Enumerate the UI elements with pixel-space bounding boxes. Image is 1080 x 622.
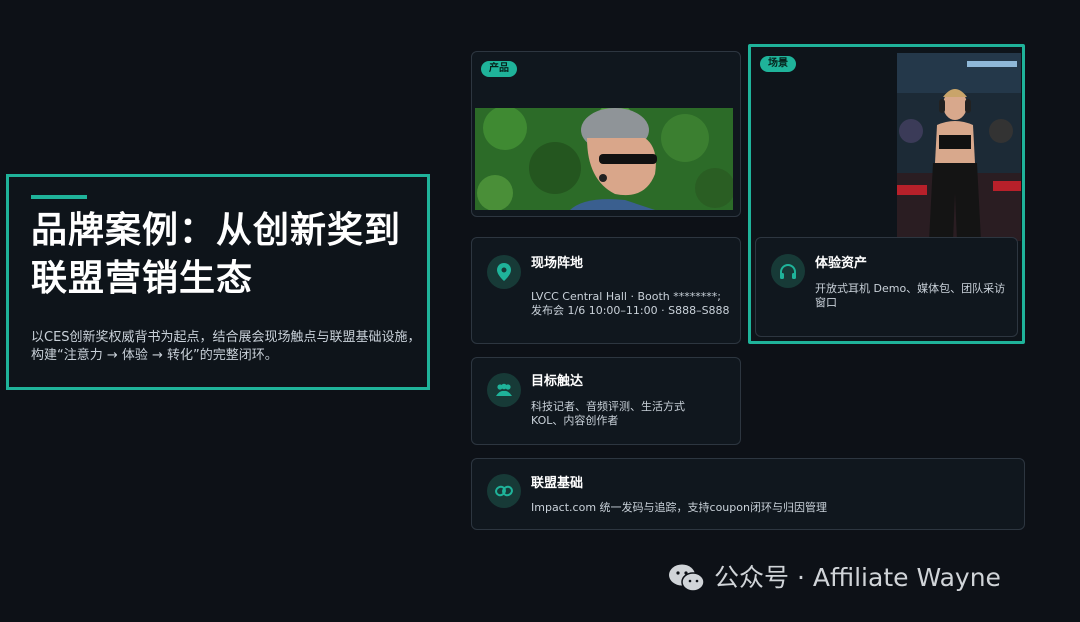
audience-title: 目标触达 (531, 374, 584, 389)
product-photo (475, 108, 733, 210)
experience-line-1: 开放式耳机 Demo、媒体包、团队采访 (815, 282, 1006, 295)
users-icon (487, 373, 521, 407)
venue-card: 现场阵地 LVCC Central Hall · Booth ********;… (471, 237, 741, 344)
venue-line-1: LVCC Central Hall · Booth ********; (531, 290, 721, 303)
accent-bar (31, 195, 87, 199)
page-subtitle: 以CES创新奖权威背书为起点，结合展会现场触点与联盟基础设施，构建“注意力 → … (31, 330, 421, 363)
watermark-text: 公众号 · Affiliate Wayne (714, 563, 1001, 592)
experience-card: 体验资产 开放式耳机 Demo、媒体包、团队采访 窗口 (755, 237, 1018, 337)
watermark: 公众号 · Affiliate Wayne (668, 562, 1001, 594)
link-icon (487, 474, 521, 508)
hero-panel: 品牌案例：从创新奖到联盟营销生态 以CES创新奖权威背书为起点，结合展会现场触点… (6, 174, 430, 390)
experience-title: 体验资产 (815, 256, 868, 271)
affiliate-title: 联盟基础 (531, 476, 584, 491)
product-tag: 产品 (481, 61, 517, 77)
venue-title: 现场阵地 (531, 256, 584, 271)
affiliate-card: 联盟基础 Impact.com 统一发码与追踪，支持coupon闭环与归因管理 (471, 458, 1025, 530)
venue-line-2: 发布会 1/6 10:00–11:00 · S888–S888 (531, 304, 730, 317)
product-card: 产品 (471, 51, 741, 217)
scene-tag: 场景 (760, 56, 796, 72)
audience-line-2: KOL、内容创作者 (531, 414, 619, 427)
headphones-icon (771, 254, 805, 288)
audience-line-1: 科技记者、音频评测、生活方式 (531, 400, 685, 413)
wechat-icon (669, 564, 705, 592)
affiliate-line-1: Impact.com 统一发码与追踪，支持coupon闭环与归因管理 (531, 501, 827, 514)
scene-photo (897, 53, 1021, 241)
page-title: 品牌案例：从创新奖到联盟营销生态 (31, 210, 402, 299)
experience-line-2: 窗口 (815, 296, 837, 309)
location-pin-icon (487, 255, 521, 289)
audience-card: 目标触达 科技记者、音频评测、生活方式 KOL、内容创作者 (471, 357, 741, 445)
